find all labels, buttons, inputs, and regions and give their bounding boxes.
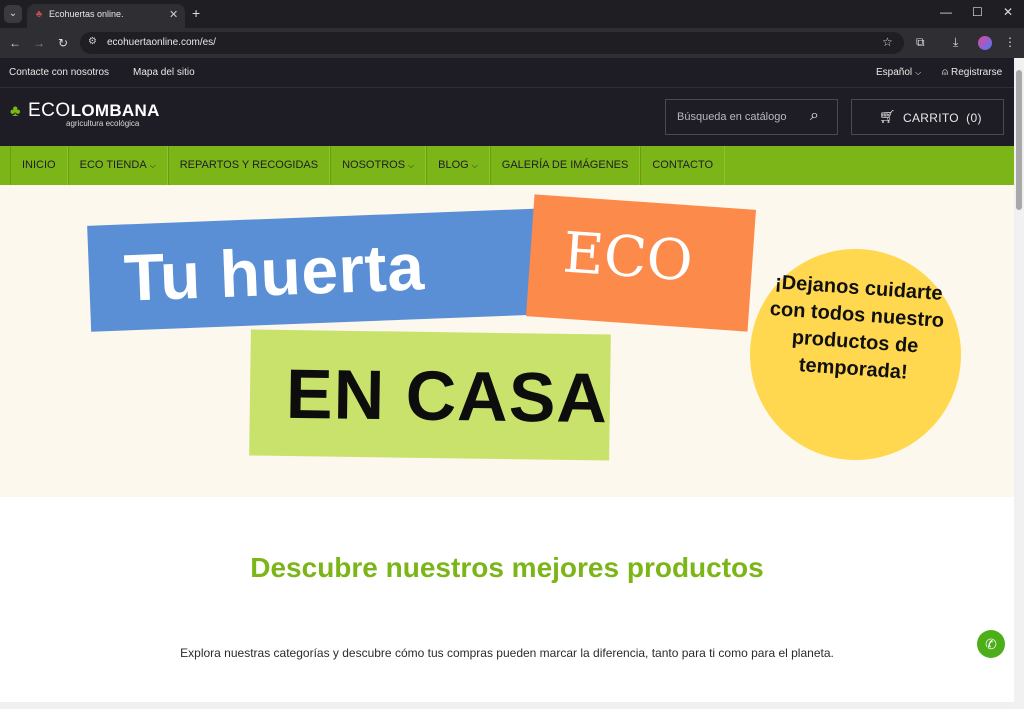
page-scrollbar[interactable]	[1014, 58, 1024, 709]
register-link[interactable]: ⍝ Registrarse	[942, 67, 1002, 78]
chevron-down-icon: ⌵	[149, 161, 156, 170]
minimize-icon[interactable]: —	[940, 5, 952, 19]
hero-banner[interactable]: Tu huerta ECO EN CASA ¡Dejanos cuidarte …	[0, 185, 1014, 497]
leaf-logo-icon: ♣	[10, 103, 21, 120]
chevron-down-icon: ⌵	[471, 161, 478, 170]
reload-icon[interactable]: ↻	[58, 36, 68, 50]
arrow-left-icon[interactable]: ←	[9, 36, 21, 50]
register-label: Registrarse	[951, 67, 1003, 78]
section-description: Explora nuestras categorías y descubre c…	[180, 646, 834, 660]
site-header: ♣ ECOLOMBANA agricultura ecológica Búsque…	[0, 88, 1014, 146]
section-title: Descubre nuestros mejores productos	[250, 552, 764, 583]
hero-line1: Tu huerta	[122, 229, 426, 315]
browser-tabbar: ⌄ ♣ Ecohuertas online. ✕ + — ☐ ✕	[0, 0, 1024, 28]
hero-badge: ECO	[560, 220, 695, 295]
cart-button[interactable]: 🛒︎ CARRITO (0)	[851, 99, 1004, 135]
main-nav: INICIO ECO TIENDA ⌵ REPARTOS Y RECOGIDAS …	[0, 146, 1014, 185]
close-icon[interactable]: ✕	[169, 8, 178, 21]
leaf-icon: ♣	[35, 9, 43, 20]
catalog-search[interactable]: Búsqueda en catálogo ⌕	[665, 99, 838, 135]
url-text: ecohuertaonline.com/es/	[107, 37, 216, 48]
chevron-down-icon[interactable]: ⌄	[4, 5, 22, 23]
cart-icon: 🛒︎	[879, 109, 896, 124]
star-icon[interactable]: ☆	[882, 35, 893, 49]
address-bar[interactable]: ⚙ ecohuertaonline.com/es/ ☆	[80, 32, 904, 54]
plus-icon[interactable]: +	[192, 5, 200, 21]
language-selector[interactable]: Español ⌵	[876, 67, 921, 78]
utility-bar: Contacte con nosotros Mapa del sitio Esp…	[0, 58, 1014, 88]
tune-icon[interactable]: ⚙	[88, 36, 97, 47]
nav-item-nosotros[interactable]: NOSOTROS ⌵	[330, 146, 427, 185]
browser-toolbar: ← → ↻ ⚙ ecohuertaonline.com/es/ ☆ ⧉ ⤓ ⋮	[0, 28, 1024, 58]
scrollbar-thumb[interactable]	[1016, 70, 1022, 210]
site-logo[interactable]: ♣ ECOLOMBANA agricultura ecológica	[10, 100, 160, 128]
download-icon[interactable]: ⤓	[953, 35, 958, 50]
nav-item-repartos[interactable]: REPARTOS Y RECOGIDAS	[167, 146, 331, 185]
whatsapp-icon[interactable]: ✆	[977, 630, 1005, 658]
cart-label: CARRITO (0)	[903, 111, 982, 125]
hero-line2: EN CASA	[285, 354, 609, 438]
close-window-icon[interactable]: ✕	[1003, 5, 1013, 19]
nav-item-contacto[interactable]: CONTACTO	[640, 146, 726, 185]
chevron-down-icon: ⌵	[915, 68, 922, 77]
nav-item-blog[interactable]: BLOG ⌵	[426, 146, 490, 185]
section-divider	[0, 702, 1014, 709]
hero-circle-text: ¡Dejanos cuidarte con todos nuestro prod…	[769, 271, 945, 384]
sitemap-link[interactable]: Mapa del sitio	[133, 67, 195, 78]
kebab-icon[interactable]: ⋮	[1004, 35, 1016, 49]
profile-avatar[interactable]	[978, 36, 992, 50]
arrow-right-icon[interactable]: →	[33, 36, 45, 50]
logo-eco: ECO	[28, 100, 71, 121]
user-icon: ⍝	[942, 67, 948, 78]
contact-link[interactable]: Contacte con nosotros	[9, 67, 109, 78]
browser-tab[interactable]: ♣ Ecohuertas online. ✕	[27, 4, 185, 28]
nav-item-inicio[interactable]: INICIO	[10, 146, 68, 185]
search-icon[interactable]: ⌕	[810, 107, 819, 125]
web-page: Contacte con nosotros Mapa del sitio Esp…	[0, 58, 1014, 709]
nav-item-galeria[interactable]: GALERÍA DE IMÁGENES	[489, 146, 641, 185]
puzzle-icon[interactable]: ⧉	[916, 35, 925, 50]
language-label: Español	[876, 67, 913, 78]
nav-item-eco-tienda[interactable]: ECO TIENDA ⌵	[67, 146, 168, 185]
search-input[interactable]: Búsqueda en catálogo	[677, 111, 786, 123]
tab-title: Ecohuertas online.	[49, 9, 124, 19]
maximize-icon[interactable]: ☐	[972, 5, 983, 19]
logo-lombana: LOMBANA	[70, 101, 160, 120]
logo-tagline: agricultura ecológica	[66, 119, 140, 128]
chevron-down-icon: ⌵	[408, 161, 415, 170]
